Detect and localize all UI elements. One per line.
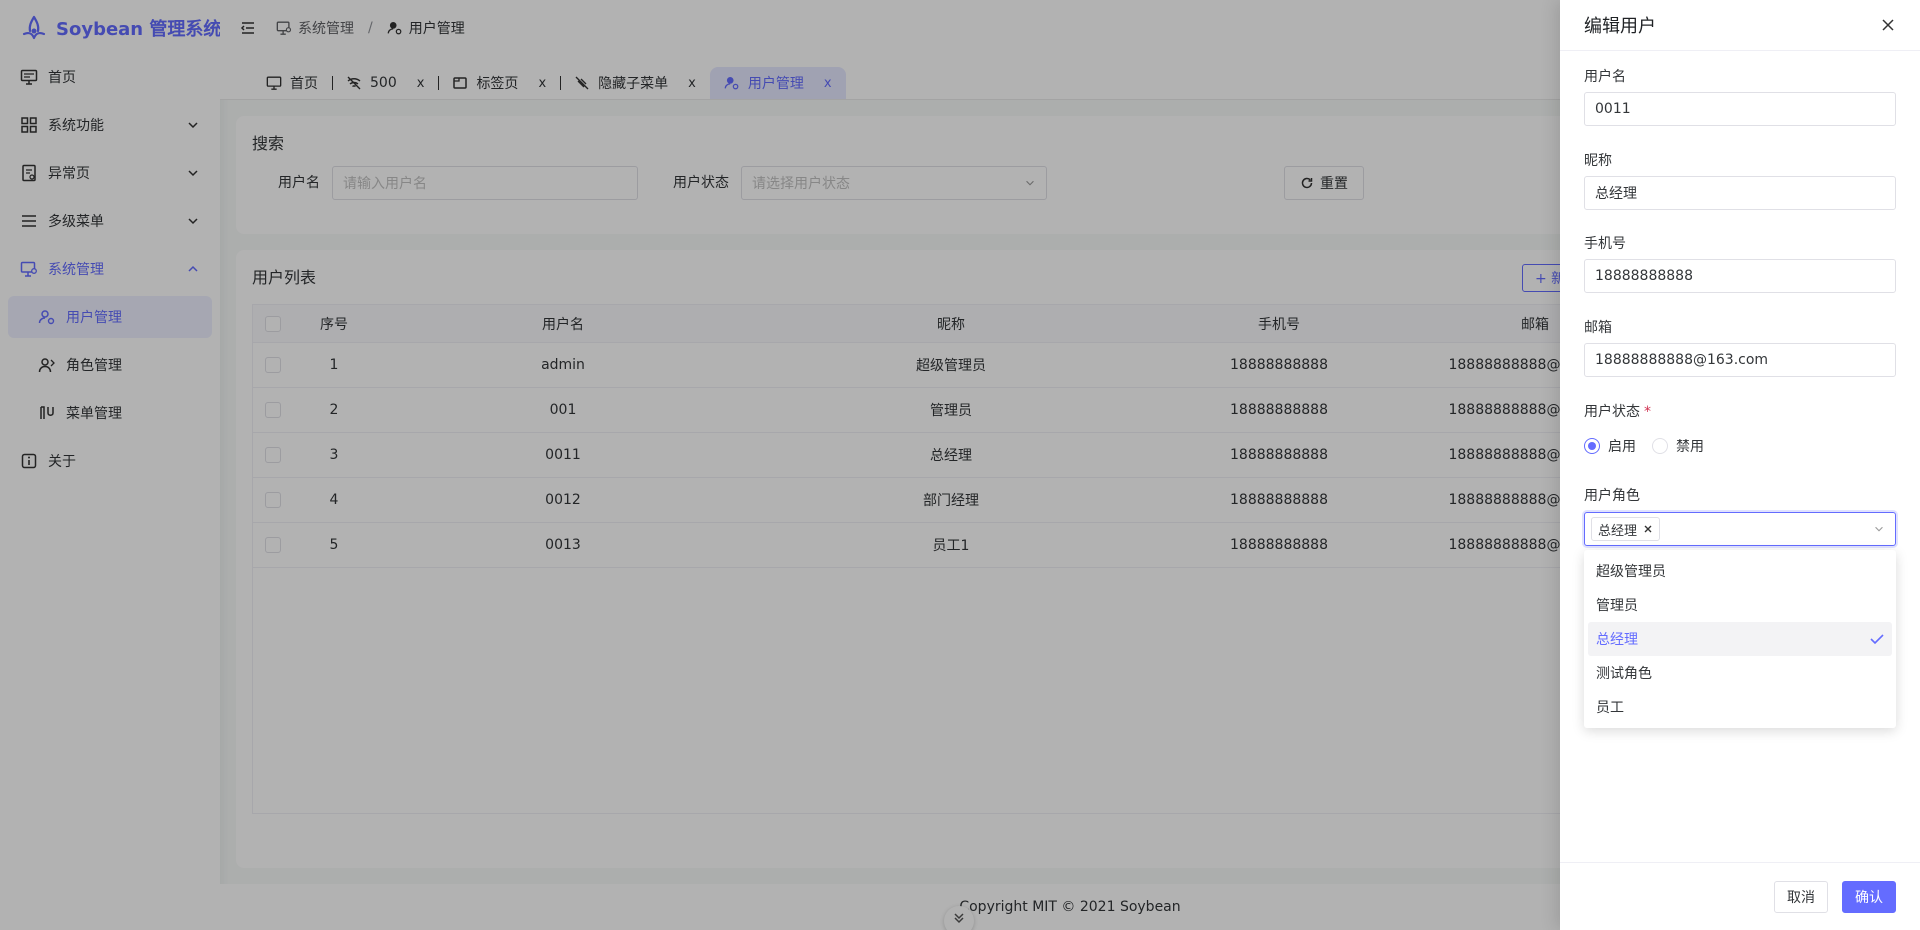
role-option[interactable]: 测试角色	[1588, 656, 1892, 690]
status-disabled-radio[interactable]	[1652, 438, 1668, 454]
role-option[interactable]: 超级管理员	[1588, 554, 1892, 588]
nickname-label: 昵称	[1584, 153, 1612, 169]
chevron-down-icon	[1873, 523, 1885, 535]
role-option-selected[interactable]: 总经理	[1588, 622, 1892, 656]
required-mark: *	[1644, 404, 1651, 420]
check-icon	[1870, 633, 1884, 645]
confirm-button[interactable]: 确认	[1842, 880, 1896, 913]
role-label: 用户角色	[1584, 488, 1640, 504]
status-enabled-radio[interactable]	[1584, 438, 1600, 454]
cancel-button[interactable]: 取消	[1774, 880, 1828, 913]
nickname-field[interactable]: 总经理	[1584, 176, 1896, 210]
phone-label: 手机号	[1584, 236, 1626, 252]
username-field[interactable]: 0011	[1584, 92, 1896, 126]
edit-user-drawer: 编辑用户 用户名 0011 昵称 总经理 手机号 18888888888 邮箱 …	[1560, 0, 1920, 930]
drawer-title: 编辑用户	[1584, 16, 1656, 37]
username-label: 用户名	[1584, 69, 1626, 85]
email-field[interactable]: 18888888888@163.com	[1584, 343, 1896, 377]
role-multi-select[interactable]: 总经理	[1584, 512, 1896, 546]
status-enabled-label: 启用	[1608, 439, 1636, 455]
status-label: 用户状态 *	[1584, 404, 1651, 420]
role-option[interactable]: 员工	[1588, 690, 1892, 724]
email-label: 邮箱	[1584, 320, 1612, 336]
role-tag: 总经理	[1591, 517, 1661, 541]
drawer-header: 编辑用户	[1560, 0, 1920, 51]
close-icon[interactable]	[1880, 17, 1896, 33]
status-radio-group: 启用 禁用	[1584, 436, 1704, 456]
tag-close-icon[interactable]	[1643, 524, 1653, 534]
phone-field[interactable]: 18888888888	[1584, 259, 1896, 293]
status-disabled-label: 禁用	[1676, 439, 1704, 455]
role-dropdown-menu: 超级管理员 管理员 总经理 测试角色 员工	[1584, 550, 1896, 728]
role-option[interactable]: 管理员	[1588, 588, 1892, 622]
drawer-footer: 取消 确认	[1560, 862, 1920, 930]
